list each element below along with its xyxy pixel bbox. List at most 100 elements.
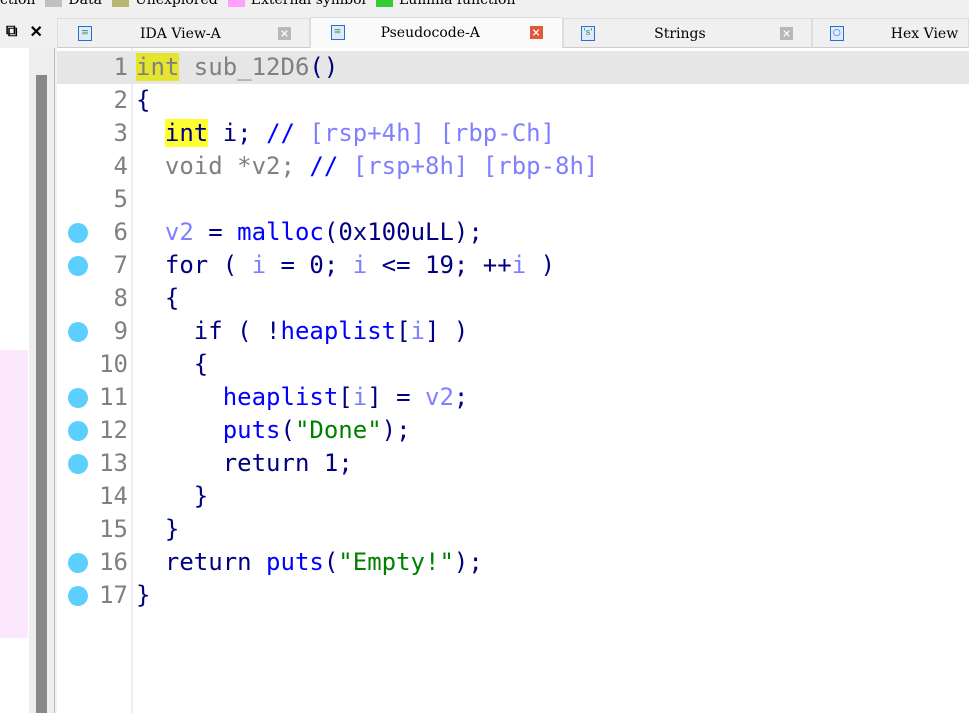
code-line[interactable]: 9 if ( !heaplist[i] ) [57, 315, 969, 348]
tab-pseudocode-a[interactable]: ≡ Pseudocode-A × [309, 17, 564, 48]
code-token: malloc [237, 218, 324, 246]
line-number: 12 [99, 416, 128, 444]
code-line[interactable]: 14 } [57, 480, 969, 513]
pseudocode-editor[interactable]: 1 int sub_12D6() 2{3 int i; // [rsp+4h] [r… [57, 48, 969, 713]
code-line[interactable]: 2{ [57, 84, 969, 117]
color-legend: ction Data Unexplored External symbol Lumina… [0, 0, 515, 9]
code-token: <= 19; ++ [367, 251, 512, 279]
legend-swatch [111, 0, 129, 7]
code-token: () [309, 53, 339, 81]
line-number: 5 [113, 185, 128, 213]
code-token: int [136, 53, 180, 81]
tab-label: IDA View-A [140, 26, 221, 42]
legend-swatch [227, 0, 245, 7]
line-number: 4 [113, 152, 128, 180]
code-token: = 0; [266, 251, 353, 279]
code-token: i [352, 251, 368, 279]
line-number: 2 [113, 86, 128, 114]
close-icon[interactable]: ✕ [29, 22, 42, 42]
code-token: [rsp+4h] [rbp-Ch] [294, 119, 556, 147]
doc-icon: ≡ [78, 26, 92, 41]
code-token: ] ) [425, 317, 469, 345]
line-number: 17 [99, 581, 128, 609]
hex-icon: ○ [829, 26, 844, 41]
close-tab-icon[interactable]: × [780, 27, 794, 40]
code-text: int sub_12D6() [136, 51, 338, 84]
code-line[interactable]: 4 void *v2; // [rsp+8h] [rbp-8h] [57, 150, 969, 183]
code-token: return 1; [136, 449, 353, 477]
tab-ida-view-a[interactable]: ≡ IDA View-A × [57, 18, 310, 48]
code-token: [rsp+8h] [rbp-8h] [338, 152, 599, 180]
code-token: return [136, 548, 267, 576]
code-line[interactable]: 17} [57, 579, 969, 612]
code-line[interactable]: 10 { [57, 348, 969, 381]
code-line[interactable]: 12 puts("Done"); [57, 414, 969, 447]
code-token: } [136, 581, 151, 609]
legend-label: External symbol [250, 0, 366, 8]
code-token: = [193, 218, 238, 246]
code-token: i [352, 383, 368, 411]
scrollbar-thumb[interactable] [36, 75, 47, 713]
code-token: puts [266, 548, 324, 576]
code-text: if ( !heaplist[i] ) [136, 315, 469, 348]
code-text: } [136, 513, 179, 546]
code-text: heaplist[i] = v2; [136, 381, 469, 414]
line-number: 10 [99, 350, 128, 378]
code-token: heaplist [222, 383, 339, 411]
code-text: for ( i = 0; i <= 19; ++i ) [136, 249, 555, 282]
code-token: i [410, 317, 425, 345]
code-token: { [136, 86, 151, 114]
line-number: 11 [99, 383, 128, 411]
code-line[interactable]: 13 return 1; [57, 447, 969, 480]
code-token: ); [381, 416, 411, 444]
code-line[interactable]: 11 heaplist[i] = v2; [57, 381, 969, 414]
line-number: 1 [113, 53, 128, 81]
code-line[interactable]: 6 v2 = malloc(0x100uLL); [57, 216, 969, 249]
code-token: v2 [164, 218, 194, 246]
code-line[interactable]: 7 for ( i = 0; i <= 19; ++i ) [57, 249, 969, 282]
external-symbol-region [0, 350, 28, 638]
code-line[interactable]: 1 int sub_12D6() [57, 51, 969, 84]
line-number: 15 [99, 515, 128, 543]
close-tab-icon[interactable]: × [529, 26, 543, 39]
code-token: ; [453, 383, 469, 411]
line-number: 8 [113, 284, 128, 312]
code-token: { [136, 350, 209, 378]
code-token: "Empty!" [338, 548, 454, 576]
code-line[interactable]: 5 [57, 183, 969, 216]
code-text: puts("Done"); [136, 414, 411, 447]
code-token: } [136, 482, 209, 510]
code-token: heaplist [280, 317, 397, 345]
code-token: "Done" [294, 416, 382, 444]
tab-strings[interactable]: 's' Strings × [563, 18, 812, 48]
legend-swatch [45, 0, 63, 7]
code-line[interactable]: 8 { [57, 282, 969, 315]
legend-swatch [376, 0, 393, 7]
tab-hex-view[interactable]: ○ Hex View [811, 18, 969, 48]
code-text: { [136, 348, 208, 381]
code-line[interactable]: 15 } [57, 513, 969, 546]
close-tab-icon[interactable]: × [278, 27, 291, 40]
restore-icon[interactable]: ⧉ [6, 23, 17, 41]
code-text: } [136, 579, 150, 612]
line-number: 16 [99, 548, 128, 576]
code-token: v2 [425, 383, 454, 411]
code-token: ( [280, 416, 295, 444]
code-line[interactable]: 16 return puts("Empty!"); [57, 546, 969, 579]
panel-controls: ⧉ ✕ [0, 17, 55, 47]
code-token: i [511, 251, 527, 279]
legend-label: Unexplored [134, 0, 218, 8]
line-number: 3 [113, 119, 128, 147]
code-text: void *v2; // [rsp+8h] [rbp-8h] [136, 150, 599, 183]
line-number: 6 [113, 218, 128, 246]
code-text: return puts("Empty!"); [136, 546, 483, 579]
code-token: i [251, 251, 267, 279]
tab-label: Pseudocode-A [380, 25, 480, 41]
code-line[interactable]: 3 int i; // [rsp+4h] [rbp-Ch] [57, 117, 969, 150]
code-token: { [136, 284, 180, 312]
code-text: return 1; [136, 447, 353, 480]
code-token: puts [222, 416, 281, 444]
code-text: } [136, 480, 208, 513]
